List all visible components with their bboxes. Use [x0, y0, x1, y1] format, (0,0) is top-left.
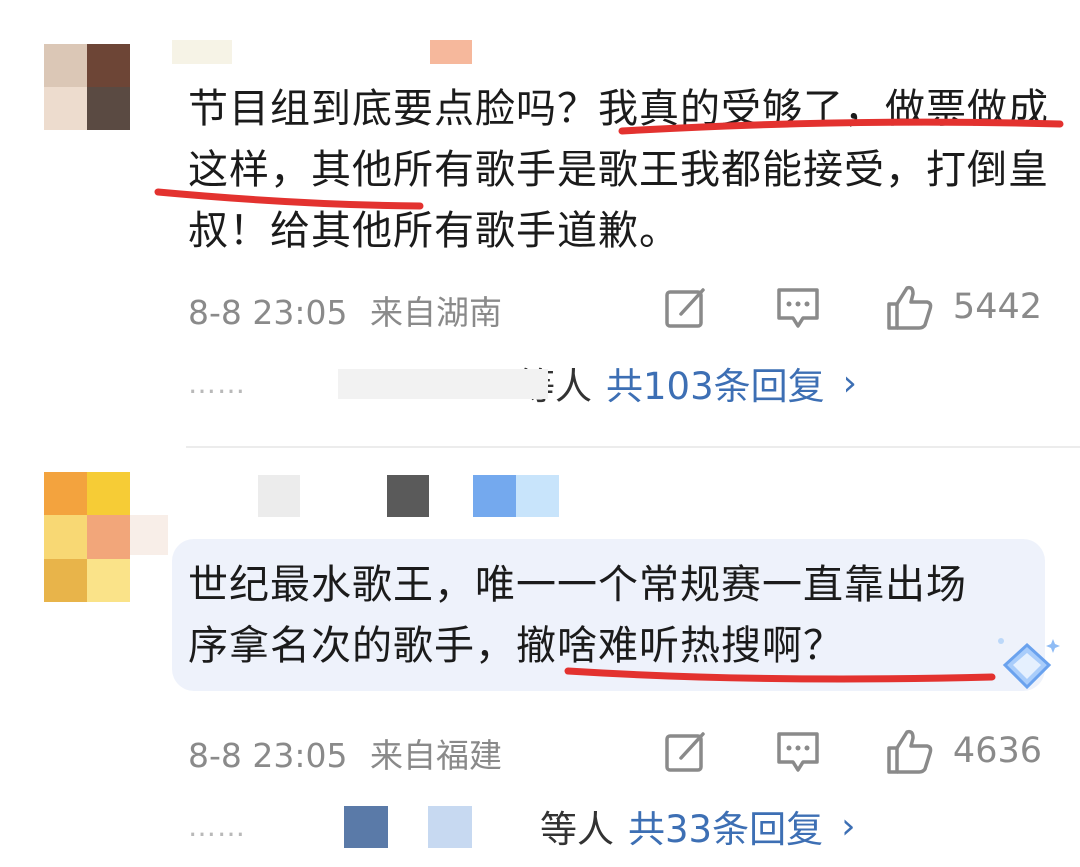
thumbs-up-icon[interactable]	[885, 282, 935, 332]
reply-summary[interactable]: …… 等人 共103条回复 ›	[188, 356, 857, 410]
user-badge	[430, 40, 472, 64]
red-underline-mark	[564, 667, 996, 683]
avatar-blur-edge	[130, 515, 168, 555]
like-count: 4636	[952, 731, 1042, 771]
timestamp: 8-8 23:05	[188, 736, 348, 775]
action-bar: 5442	[661, 282, 1042, 332]
chevron-right-icon[interactable]: ›	[843, 363, 857, 404]
like-count: 5442	[952, 287, 1042, 327]
comment-meta: 8-8 23:05 来自湖南	[188, 286, 502, 334]
reply-names-blurred	[258, 806, 540, 848]
reply-summary[interactable]: …… 等人 共33条回复 ›	[188, 799, 856, 853]
edit-icon[interactable]	[661, 282, 711, 332]
comment-icon[interactable]	[773, 726, 823, 776]
view-replies-link[interactable]: 共33条回复	[628, 799, 823, 853]
edit-icon[interactable]	[661, 726, 711, 776]
reply-names-blurred	[258, 363, 548, 403]
comment-icon[interactable]	[773, 282, 823, 332]
reply-dots: ……	[188, 366, 246, 400]
timestamp: 8-8 23:05	[188, 293, 348, 332]
username[interactable]	[258, 475, 300, 517]
reply-suffix: 等人	[540, 808, 614, 851]
reply-dots: ……	[188, 809, 246, 843]
comment-item: 世纪最水歌王，唯一一个常规赛一直靠出场序拿名次的歌手，撤啥难听热搜啊？ 8-8 …	[0, 447, 1080, 867]
user-level-badge	[387, 475, 429, 517]
avatar[interactable]	[44, 44, 130, 130]
avatar[interactable]	[44, 472, 130, 602]
red-underline-mark	[154, 118, 1064, 210]
thumbs-up-icon[interactable]	[885, 726, 935, 776]
action-bar: 4636	[661, 726, 1042, 776]
chevron-right-icon[interactable]: ›	[841, 806, 855, 847]
user-badge	[473, 475, 559, 517]
location: 来自福建	[370, 736, 502, 775]
comment-meta: 8-8 23:05 来自福建	[188, 729, 502, 777]
view-replies-link[interactable]: 共103条回复	[606, 356, 825, 410]
username[interactable]	[172, 40, 232, 64]
diamond-badge-icon	[995, 635, 1065, 695]
location: 来自湖南	[370, 293, 502, 332]
comment-item: 节目组到底要点脸吗？我真的受够了，做票做成这样，其他所有歌手是歌王我都能接受，打…	[0, 0, 1080, 445]
